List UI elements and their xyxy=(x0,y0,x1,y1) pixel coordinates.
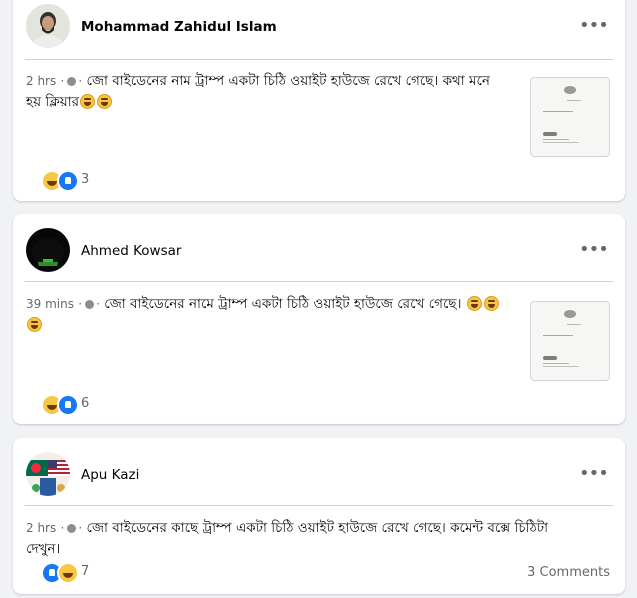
post-header: Mohammad Zahidul Islam ••• xyxy=(13,0,625,52)
reactions-summary[interactable]: 6 xyxy=(26,394,106,416)
separator-dot: · xyxy=(78,297,83,311)
post-text: জো বাইডেনের কাছে ট্রাম্প একটা চিঠি ওয়াই… xyxy=(26,520,548,557)
separator-dot: · xyxy=(78,521,83,535)
post-author[interactable]: Ahmed Kowsar xyxy=(81,243,181,259)
post-card: Ahmed Kowsar ••• 39 mins · · জো বাইডেনের … xyxy=(13,214,625,424)
post-text: জো বাইডেনের নাম ট্রাম্প একটা চিঠি ওয়াইট… xyxy=(26,73,490,110)
separator-dot: · xyxy=(60,521,65,535)
separator-dot: · xyxy=(60,74,65,88)
reactions-summary[interactable]: 7 xyxy=(26,562,106,584)
post-header: Apu Kazi ••• xyxy=(13,438,625,498)
post-card: Apu Kazi ••• 2 hrs · · জো বাইডেনের কাছে ট… xyxy=(13,438,625,594)
more-horizontal-icon[interactable]: ••• xyxy=(579,465,609,483)
post-time[interactable]: 39 mins xyxy=(26,297,74,311)
laughing-emoji-icon xyxy=(483,296,499,311)
laughing-emoji-icon xyxy=(27,317,42,332)
laughing-emoji-icon xyxy=(466,296,482,311)
post-header: Ahmed Kowsar ••• xyxy=(13,214,625,274)
letter-image-thumbnail[interactable] xyxy=(530,301,610,381)
post-time[interactable]: 2 hrs xyxy=(26,74,56,88)
post-author[interactable]: Apu Kazi xyxy=(81,467,139,483)
avatar[interactable] xyxy=(26,452,70,496)
haha-reaction-icon xyxy=(57,562,79,584)
separator-dot: · xyxy=(96,297,100,311)
globe-icon xyxy=(67,524,77,533)
avatar[interactable] xyxy=(26,4,70,48)
post-body: 2 hrs · · জো বাইডেনের কাছে ট্রাম্প একটা চ… xyxy=(26,518,585,560)
comments-count-link[interactable]: 3 Comments xyxy=(527,565,610,580)
globe-icon xyxy=(85,300,95,309)
post-body: 39 mins · · জো বাইডেনের নামে ট্রাম্প একটা… xyxy=(26,294,501,336)
separator-dot: · xyxy=(78,74,83,88)
reaction-count[interactable]: 3 xyxy=(81,172,89,187)
like-reaction-icon xyxy=(57,394,79,416)
divider xyxy=(25,59,613,60)
divider xyxy=(25,505,613,506)
globe-icon xyxy=(67,77,77,86)
post-text: জো বাইডেনের নামে ট্রাম্প একটা চিঠি ওয়াই… xyxy=(104,296,462,312)
more-horizontal-icon[interactable]: ••• xyxy=(579,241,609,259)
reaction-count[interactable]: 7 xyxy=(81,564,89,579)
letter-image-thumbnail[interactable] xyxy=(530,77,610,157)
reaction-count[interactable]: 6 xyxy=(81,396,89,411)
reactions-summary[interactable]: 3 xyxy=(26,170,106,192)
laughing-emoji-icon xyxy=(80,94,96,109)
post-body: 2 hrs · · জো বাইডেনের নাম ট্রাম্প একটা চি… xyxy=(26,71,501,113)
more-horizontal-icon[interactable]: ••• xyxy=(579,17,609,35)
laughing-emoji-icon xyxy=(97,94,113,109)
avatar[interactable] xyxy=(26,228,70,272)
post-time[interactable]: 2 hrs xyxy=(26,521,56,535)
divider xyxy=(25,281,613,282)
post-author[interactable]: Mohammad Zahidul Islam xyxy=(81,19,277,35)
post-card: Mohammad Zahidul Islam ••• 2 hrs · · জো ব… xyxy=(13,0,625,201)
like-reaction-icon xyxy=(57,170,79,192)
